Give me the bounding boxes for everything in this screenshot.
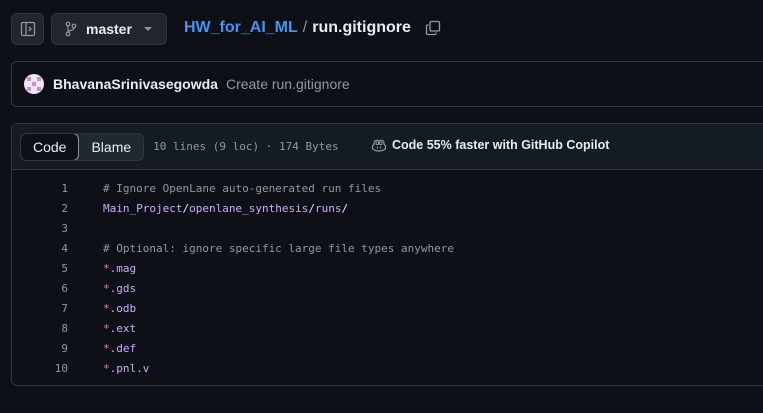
line-number[interactable]: 4: [12, 242, 68, 255]
line-number[interactable]: 7: [12, 302, 68, 315]
breadcrumb: HW_for_AI_ML / run.gitignore: [184, 19, 442, 37]
code-line: 3: [12, 218, 763, 238]
tab-code[interactable]: Code: [21, 133, 80, 160]
sidebar-expand-icon: [20, 21, 35, 37]
code-line: 9 *.def: [12, 338, 763, 358]
view-mode-toggle: Code Blame: [20, 132, 145, 161]
code-line: 4 # Optional: ignore specific large file…: [12, 238, 763, 258]
line-content: *.gds: [103, 281, 137, 295]
line-content: # Optional: ignore specific large file t…: [103, 241, 454, 255]
breadcrumb-file-name: run.gitignore: [312, 19, 411, 36]
line-content: Main_Project/openlane_synthesis/runs/: [103, 201, 349, 215]
copilot-promo-link[interactable]: Code 55% faster with GitHub Copilot: [371, 138, 609, 152]
line-content: *.mag: [103, 261, 137, 275]
file-meta-info: 10 lines (9 loc) · 174 Bytes: [153, 140, 339, 153]
commit-message-link[interactable]: Create run.gitignore: [226, 76, 350, 92]
line-number[interactable]: 10: [12, 362, 68, 375]
copilot-icon: [371, 139, 387, 152]
line-number[interactable]: 3: [12, 222, 68, 235]
line-number[interactable]: 1: [12, 182, 68, 195]
breadcrumb-repo-link[interactable]: HW_for_AI_ML: [184, 19, 298, 37]
latest-commit-box: BhavanaSrinivasegowda Create run.gitigno…: [11, 61, 763, 107]
code-line: 5 *.mag: [12, 258, 763, 278]
line-content: *.odb: [103, 301, 137, 315]
code-line: 8 *.ext: [12, 318, 763, 338]
code-line: 2 Main_Project/openlane_synthesis/runs/: [12, 198, 763, 218]
code-line: 6 *.gds: [12, 278, 763, 298]
tab-blame[interactable]: Blame: [79, 134, 143, 160]
copy-icon: [425, 20, 441, 36]
git-branch-icon: [65, 21, 77, 37]
chevron-down-icon: [144, 27, 152, 31]
line-number[interactable]: 9: [12, 342, 68, 355]
sidebar-toggle-button[interactable]: [11, 13, 44, 45]
line-content: # Ignore OpenLane auto-generated run fil…: [103, 181, 382, 195]
line-content: *.def: [103, 341, 137, 355]
code-line: 10 *.pnl.v: [12, 358, 763, 378]
line-number[interactable]: 2: [12, 202, 68, 215]
commit-author-link[interactable]: BhavanaSrinivasegowda: [53, 76, 218, 92]
line-number[interactable]: 8: [12, 322, 68, 335]
code-line: 7 *.odb: [12, 298, 763, 318]
copy-path-button[interactable]: [424, 19, 442, 37]
branch-selector-button[interactable]: master: [51, 13, 167, 45]
file-topbar: master HW_for_AI_ML / run.gitignore: [0, 0, 763, 60]
line-number[interactable]: 6: [12, 282, 68, 295]
code-body: 1 # Ignore OpenLane auto-generated run f…: [12, 170, 763, 378]
avatar[interactable]: [24, 74, 44, 94]
line-content: *.ext: [103, 321, 137, 335]
code-line: 1 # Ignore OpenLane auto-generated run f…: [12, 178, 763, 198]
branch-name: master: [86, 21, 132, 37]
breadcrumb-separator: /: [302, 19, 308, 36]
file-header: Code Blame 10 lines (9 loc) · 174 Bytes …: [12, 124, 763, 170]
line-content: *.pnl.v: [103, 361, 150, 375]
line-number[interactable]: 5: [12, 262, 68, 275]
copilot-promo-text: Code 55% faster with GitHub Copilot: [392, 138, 610, 152]
file-viewer: Code Blame 10 lines (9 loc) · 174 Bytes …: [11, 123, 763, 386]
